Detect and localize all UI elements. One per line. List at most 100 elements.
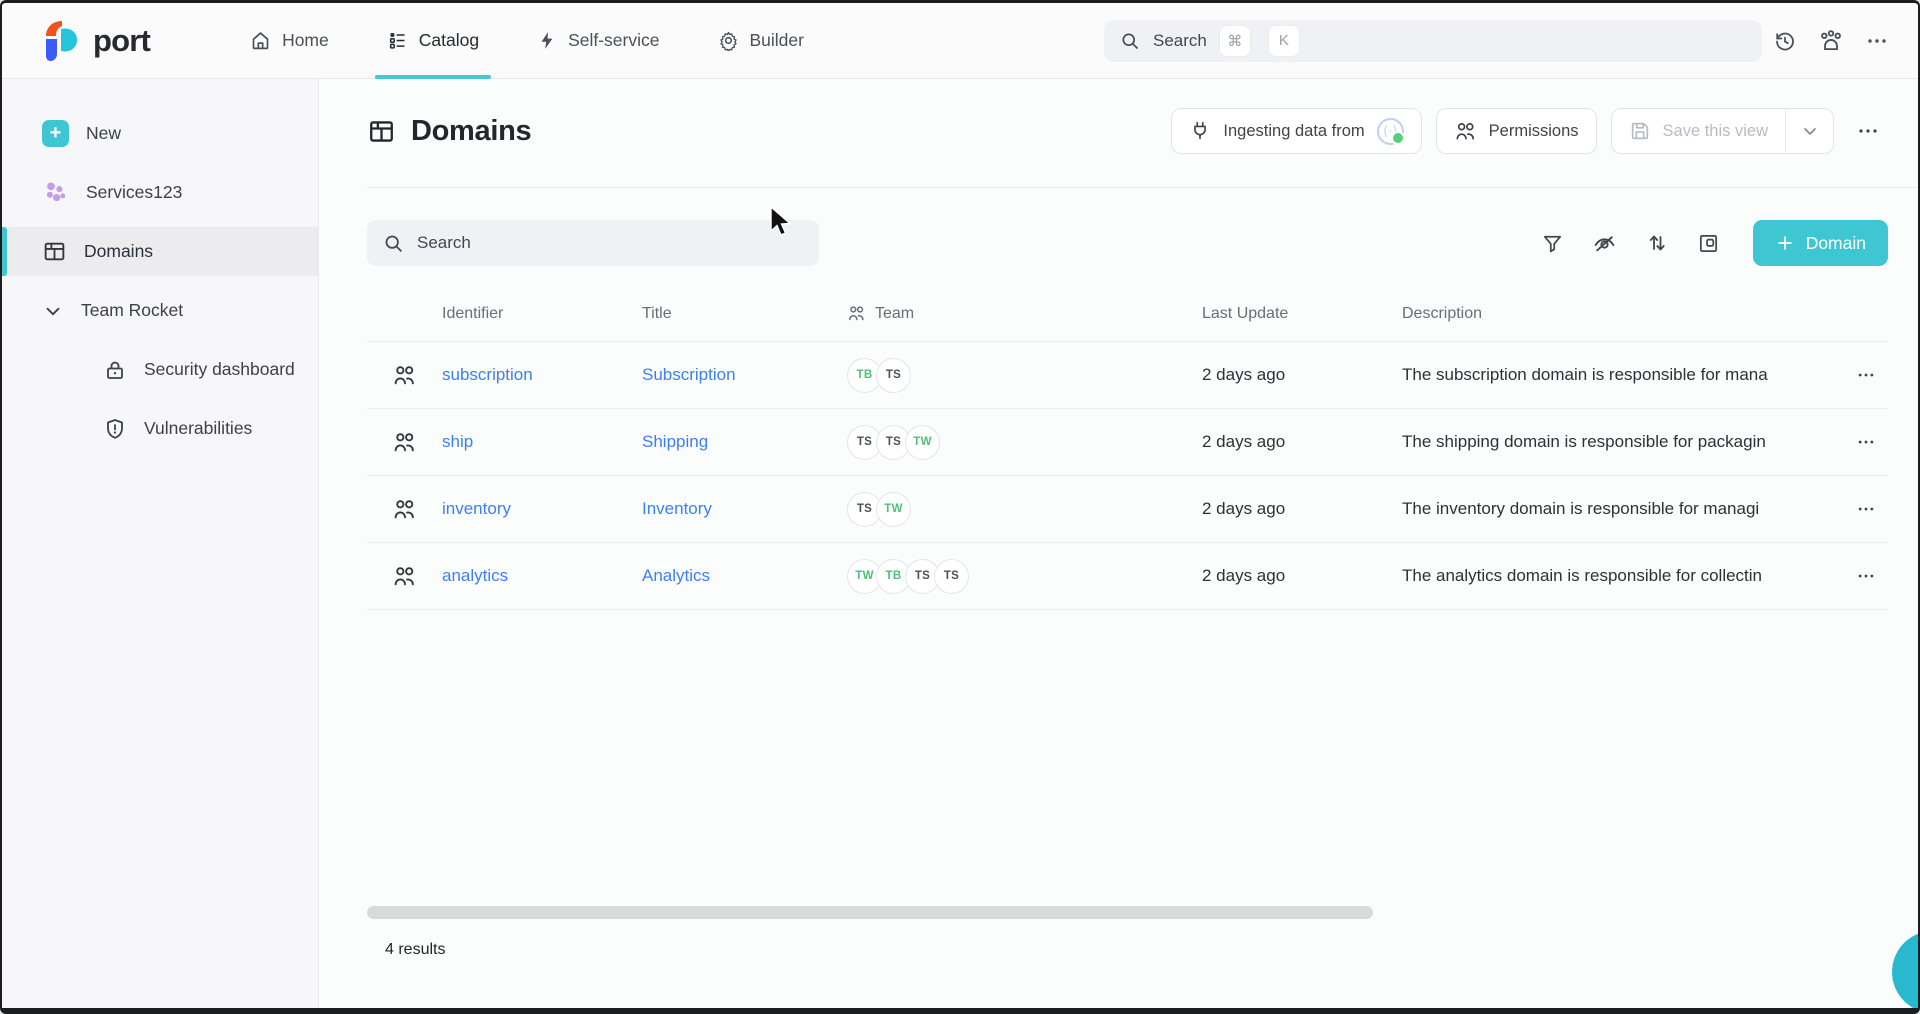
lightning-icon — [537, 30, 557, 51]
ellipsis-icon — [1865, 29, 1889, 53]
search-placeholder: Search — [1153, 31, 1207, 51]
sidebar-item-vulnerabilities[interactable]: Vulnerabilities — [2, 404, 318, 453]
filter-button[interactable] — [1531, 222, 1575, 264]
team-badge[interactable]: TW — [905, 425, 940, 460]
history-button[interactable] — [1762, 18, 1808, 64]
column-header-identifier[interactable]: Identifier — [442, 305, 642, 323]
sort-button[interactable] — [1635, 222, 1679, 264]
ingesting-data-label: Ingesting data from — [1223, 122, 1364, 141]
hide-columns-button[interactable] — [1583, 222, 1627, 264]
last-update-cell: 2 days ago — [1202, 432, 1402, 452]
port-logo[interactable]: port — [44, 20, 150, 62]
global-search-input[interactable]: Search ⌘ K — [1104, 20, 1762, 62]
page-title: Domains — [367, 115, 531, 148]
port-logo-mark — [44, 20, 84, 62]
search-icon — [1120, 31, 1140, 51]
integration-status-icon: ⟨·⟩ — [1377, 118, 1404, 145]
page-actions: Ingesting data from ⟨·⟩ Permissions — [1171, 108, 1888, 154]
nav-tab-catalog[interactable]: Catalog — [387, 3, 479, 78]
header-divider — [367, 187, 1918, 188]
save-icon — [1629, 120, 1651, 142]
column-header-title[interactable]: Title — [642, 305, 847, 323]
cmd-key-hint: ⌘ — [1220, 26, 1250, 56]
team-badge[interactable]: TW — [876, 492, 911, 527]
ellipsis-icon — [1856, 119, 1880, 143]
organization-button[interactable] — [1808, 18, 1854, 64]
identifier-link[interactable]: analytics — [442, 566, 642, 586]
domain-entity-icon — [367, 430, 442, 455]
row-more-button[interactable] — [1843, 499, 1888, 519]
team-badges: TB TS — [847, 358, 1202, 393]
domain-entity-icon — [367, 497, 442, 522]
chevron-down-icon — [1800, 121, 1820, 141]
column-header-last-update[interactable]: Last Update — [1202, 305, 1402, 323]
nav-tab-home[interactable]: Home — [250, 3, 329, 78]
description-cell: The subscription domain is responsible f… — [1402, 365, 1843, 385]
save-view-dropdown-button[interactable] — [1785, 109, 1833, 153]
sidebar-item-team-rocket[interactable]: Team Rocket — [2, 286, 318, 335]
people-group-icon — [1818, 28, 1844, 54]
sidebar-item-security-dashboard[interactable]: Security dashboard — [2, 345, 318, 394]
nav-tab-label: Home — [282, 30, 329, 51]
title-link[interactable]: Inventory — [642, 499, 847, 519]
group-by-button[interactable] — [1687, 222, 1731, 264]
nested-box-icon — [1697, 232, 1720, 255]
horizontal-scrollbar[interactable] — [367, 906, 1373, 919]
row-more-button[interactable] — [1843, 566, 1888, 586]
table-header-row: Identifier Title Team Last Update Descri… — [367, 286, 1888, 342]
ingesting-data-button[interactable]: Ingesting data from ⟨·⟩ — [1171, 108, 1421, 154]
table-row: analytics Analytics TW TB TS TS 2 days a… — [367, 543, 1888, 610]
ellipsis-icon — [1856, 432, 1876, 452]
column-header-team[interactable]: Team — [847, 304, 1202, 323]
add-domain-button[interactable]: Domain — [1753, 220, 1888, 266]
results-count: 4 results — [385, 941, 445, 959]
sidebar-item-domains[interactable]: Domains — [2, 227, 318, 276]
table-row: ship Shipping TS TS TW 2 days ago The sh… — [367, 409, 1888, 476]
nav-tab-label: Self-service — [568, 30, 659, 51]
home-icon — [250, 30, 271, 51]
nav-tab-self-service[interactable]: Self-service — [537, 3, 659, 78]
sidebar-item-services123[interactable]: Services123 — [2, 168, 318, 217]
header-more-button[interactable] — [1854, 18, 1900, 64]
table-search-placeholder: Search — [417, 233, 471, 253]
nav-tab-builder[interactable]: Builder — [718, 3, 804, 78]
sidebar-item-label: Services123 — [86, 182, 182, 203]
title-link[interactable]: Analytics — [642, 566, 847, 586]
permissions-button[interactable]: Permissions — [1436, 108, 1597, 154]
description-cell: The shipping domain is responsible for p… — [1402, 432, 1843, 452]
permissions-label: Permissions — [1489, 122, 1579, 141]
title-link[interactable]: Shipping — [642, 432, 847, 452]
k-key-hint: K — [1269, 26, 1299, 56]
funnel-icon — [1541, 232, 1564, 255]
plus-icon — [1775, 233, 1795, 253]
add-domain-label: Domain — [1806, 233, 1866, 254]
save-view-label: Save this view — [1663, 122, 1768, 141]
domain-entity-icon — [367, 564, 442, 589]
row-more-button[interactable] — [1843, 365, 1888, 385]
team-badge[interactable]: TS — [934, 559, 969, 594]
row-more-button[interactable] — [1843, 432, 1888, 452]
catalog-icon — [387, 30, 408, 51]
page-more-button[interactable] — [1848, 108, 1888, 154]
team-badge[interactable]: TS — [876, 358, 911, 393]
title-link[interactable]: Subscription — [642, 365, 847, 385]
table-icon — [367, 117, 396, 146]
app-window: port Home Catalog — [0, 0, 1920, 1014]
description-cell: The analytics domain is responsible for … — [1402, 566, 1843, 586]
last-update-cell: 2 days ago — [1202, 566, 1402, 586]
ellipsis-icon — [1856, 566, 1876, 586]
identifier-link[interactable]: inventory — [442, 499, 642, 519]
table-icon — [42, 239, 67, 264]
table-search-input[interactable]: Search — [367, 220, 819, 266]
column-header-description[interactable]: Description — [1402, 305, 1843, 323]
team-badges: TS TW — [847, 492, 1202, 527]
sidebar: + New Services123 Domains — [2, 79, 319, 1008]
table-tools: Domain — [1531, 220, 1888, 266]
sidebar-item-label: Security dashboard — [144, 359, 295, 380]
save-view-button[interactable]: Save this view — [1612, 109, 1785, 153]
identifier-link[interactable]: subscription — [442, 365, 642, 385]
people-icon — [1454, 120, 1477, 143]
last-update-cell: 2 days ago — [1202, 499, 1402, 519]
sidebar-item-new[interactable]: + New — [2, 109, 318, 158]
identifier-link[interactable]: ship — [442, 432, 642, 452]
